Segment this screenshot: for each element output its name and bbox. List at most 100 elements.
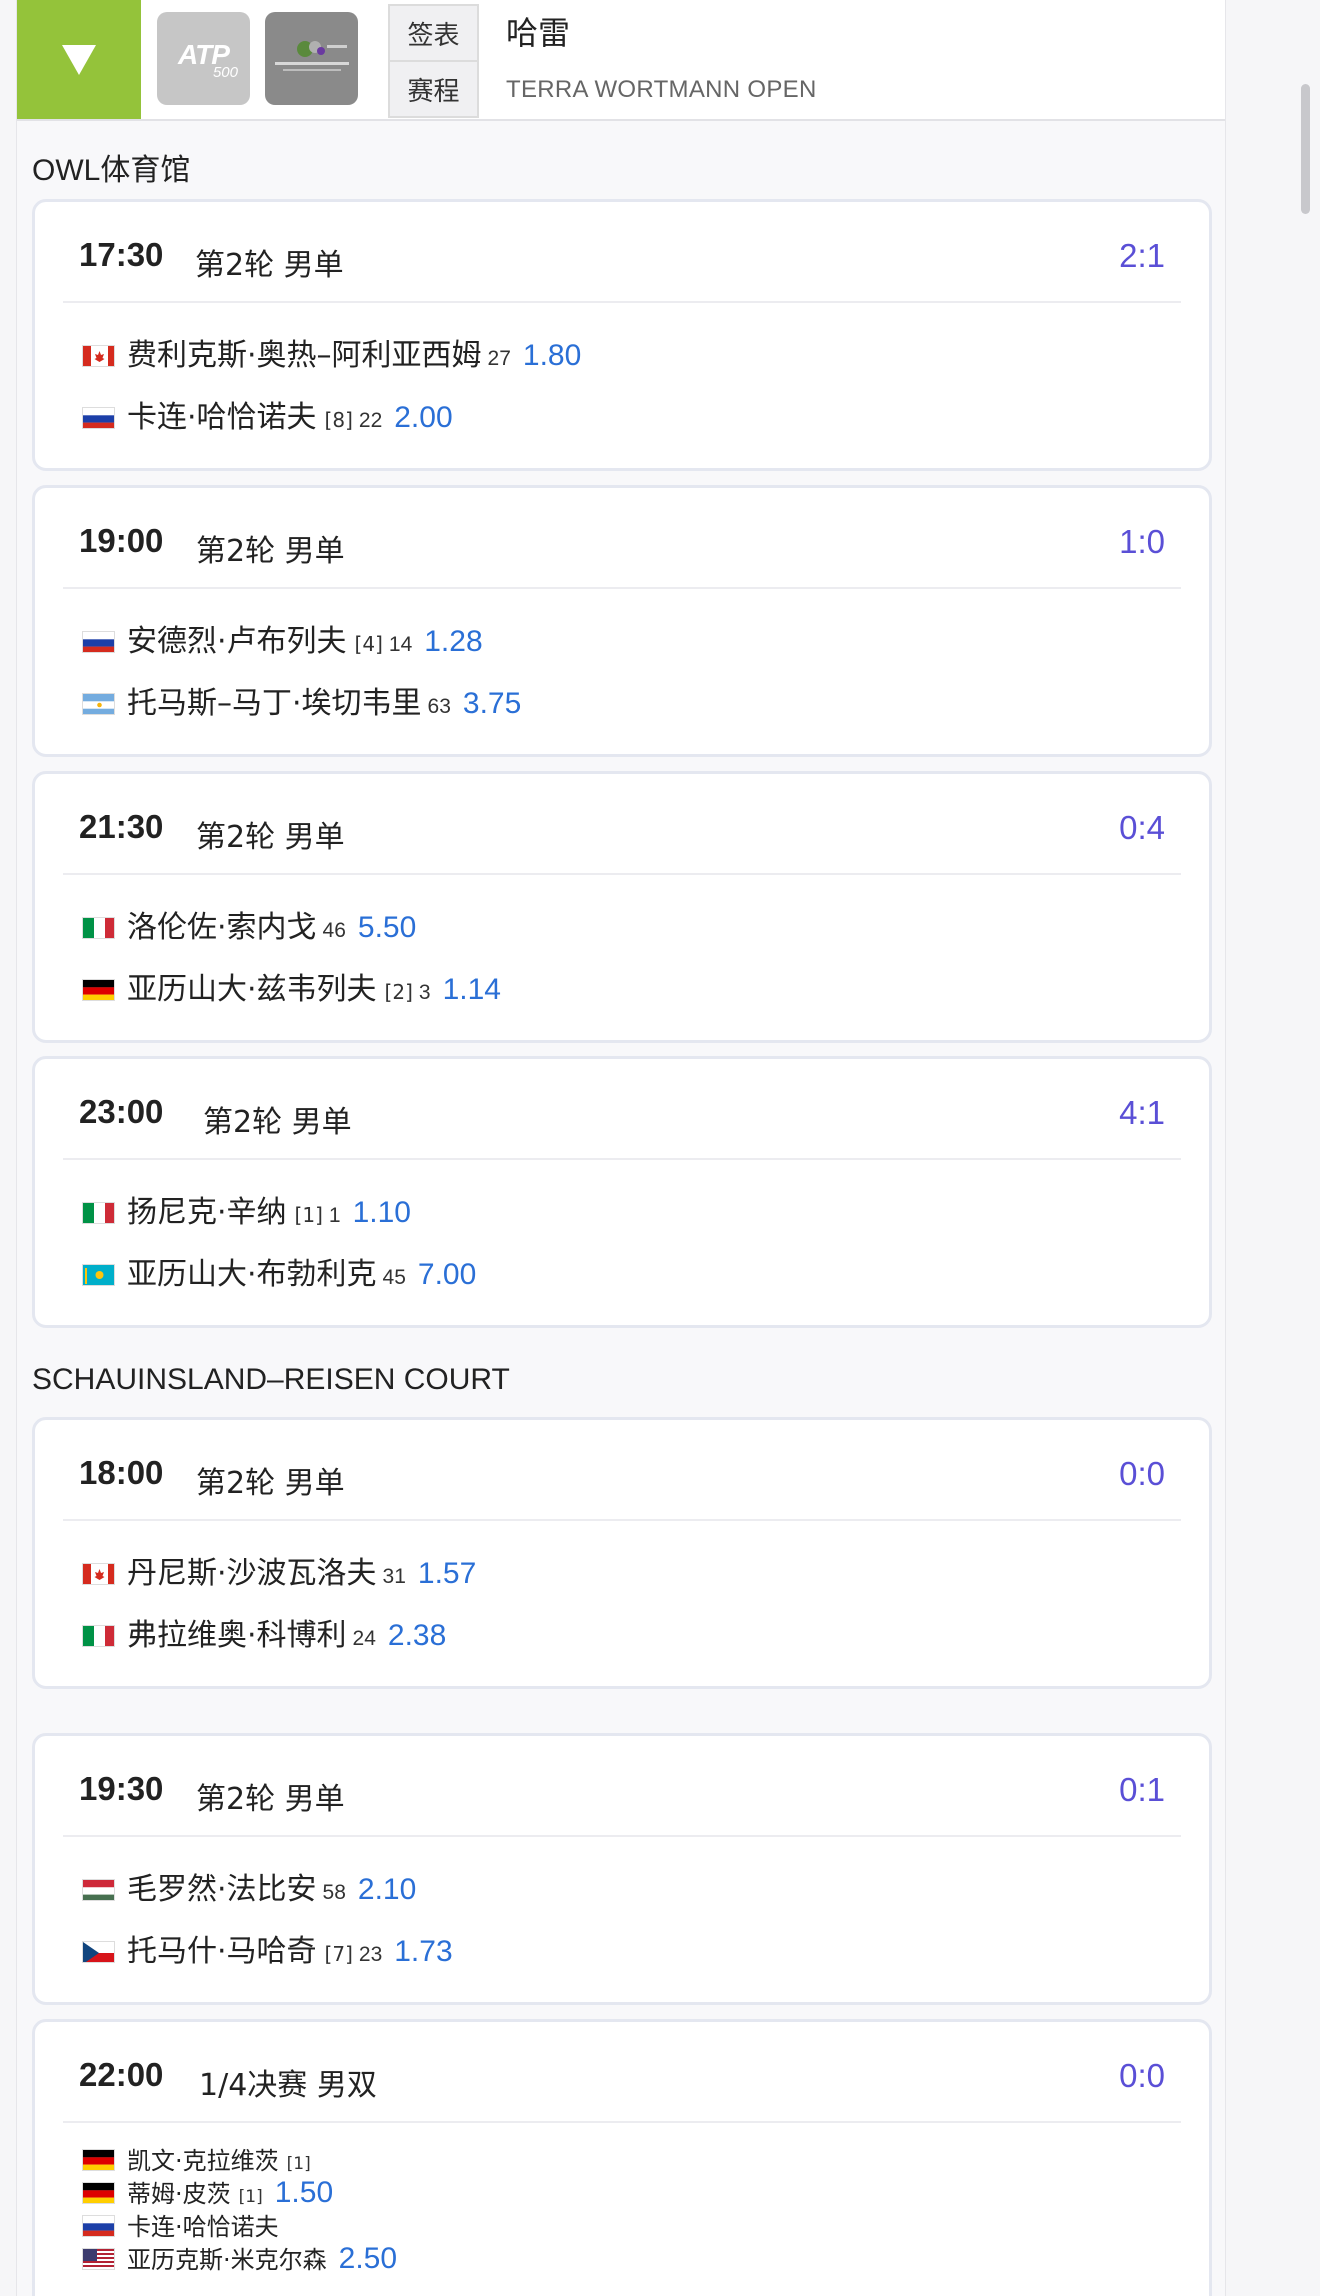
player-seed: [4] — [354, 632, 383, 656]
player-odds[interactable]: 1.57 — [418, 1557, 476, 1591]
player-name: 托马什·马哈奇 — [127, 1934, 317, 1969]
player-odds[interactable]: 2.00 — [394, 401, 452, 435]
match-score: 1:0 — [1119, 523, 1165, 560]
flag-ar-icon — [82, 693, 115, 715]
player-row[interactable]: 凯文·克拉维茨 [1] — [82, 2141, 311, 2176]
player-odds[interactable]: 1.28 — [424, 625, 482, 659]
flag-ca-icon — [82, 1563, 115, 1585]
player-odds[interactable]: 1.10 — [353, 1196, 411, 1230]
tournament-header: ATP 500 签表 赛程 哈雷 TERRA WORTMANN OPEN — [17, 0, 1225, 121]
player-row[interactable]: 扬尼克·辛纳 [1] 1 1.10 — [82, 1187, 411, 1231]
match-round: 第2轮 男单 — [196, 534, 345, 569]
terra-wortmann-open-logo — [265, 12, 358, 105]
player-row[interactable]: 托马斯–马丁·埃切韦里 63 3.75 — [82, 678, 521, 722]
player-rank: 63 — [427, 695, 451, 718]
player-rank: 3 — [418, 981, 431, 1004]
player-odds[interactable]: 7.00 — [418, 1258, 476, 1292]
player-odds[interactable]: 1.73 — [394, 1935, 452, 1969]
player-name: 凯文·克拉维茨 — [127, 2147, 279, 2175]
player-row[interactable]: 蒂姆·皮茨 [1] 1.50 — [82, 2174, 333, 2210]
match-card-header: 19:30 第2轮 男单 0:1 — [63, 1736, 1181, 1837]
player-row[interactable]: 卡连·哈恰诺夫 [8] 22 2.00 — [82, 392, 453, 436]
player-rank: 31 — [382, 1565, 406, 1588]
tab-schedule[interactable]: 赛程 — [390, 60, 477, 116]
match-card-header: 22:00 1/4决赛 男双 0:0 — [63, 2022, 1181, 2123]
match-time: 18:00 — [79, 1454, 164, 1491]
venue-title: SCHAUINSLAND–REISEN COURT — [32, 1363, 510, 1396]
player-seed: [8] — [324, 408, 353, 432]
player-odds[interactable]: 2.50 — [339, 2242, 397, 2276]
match-card[interactable]: 23:00 第2轮 男单 4:1 扬尼克·辛纳 [1] 1 1.10 亚历山大·布勃利克 45 7… — [32, 1056, 1212, 1328]
match-card[interactable]: 19:00 第2轮 男单 1:0 安德烈·卢布列夫 [4] 14 1.28 托马斯–马丁·埃切… — [32, 485, 1212, 757]
match-card-header: 18:00 第2轮 男单 0:0 — [63, 1420, 1181, 1521]
player-row[interactable]: 托马什·马哈奇 [7] 23 1.73 — [82, 1926, 453, 1970]
flag-de-icon — [82, 979, 115, 1001]
flag-it-icon — [82, 917, 115, 939]
schedule-page: ATP 500 签表 赛程 哈雷 TERRA WORTMANN OPEN OWL… — [16, 0, 1226, 2296]
flag-ru-icon — [82, 631, 115, 653]
player-row[interactable]: 费利克斯·奥热–阿利亚西姆 27 1.80 — [82, 330, 581, 374]
player-odds[interactable]: 1.50 — [275, 2176, 333, 2210]
match-card-header: 21:30 第2轮 男单 0:4 — [63, 774, 1181, 875]
player-rank: 27 — [487, 347, 511, 370]
player-row[interactable]: 安德烈·卢布列夫 [4] 14 1.28 — [82, 616, 483, 660]
match-time: 22:00 — [79, 2056, 164, 2093]
player-odds[interactable]: 5.50 — [358, 911, 416, 945]
player-rank: 45 — [382, 1266, 406, 1289]
match-time: 17:30 — [79, 236, 164, 273]
player-row[interactable]: 洛伦佐·索内戈 46 5.50 — [82, 902, 416, 946]
player-row[interactable]: 毛罗然·法比安 58 2.10 — [82, 1864, 416, 1908]
player-rank: 58 — [322, 1881, 346, 1904]
player-seed: [7] — [324, 1942, 353, 1966]
player-odds[interactable]: 2.38 — [388, 1619, 446, 1653]
player-odds[interactable]: 2.10 — [358, 1873, 416, 1907]
player-name: 卡连·哈恰诺夫 — [127, 400, 317, 435]
match-card[interactable]: 18:00 第2轮 男单 0:0 丹尼斯·沙波瓦洛夫 31 1.57 弗拉维奥·科博利 24 2… — [32, 1417, 1212, 1689]
player-seed: [1] — [286, 2154, 311, 2174]
match-score: 0:0 — [1119, 1455, 1165, 1492]
match-card-header: 23:00 第2轮 男单 4:1 — [63, 1059, 1181, 1160]
player-row[interactable]: 亚历山大·布勃利克 45 7.00 — [82, 1249, 476, 1293]
player-row[interactable]: 弗拉维奥·科博利 24 2.38 — [82, 1610, 446, 1654]
match-time: 23:00 — [79, 1093, 164, 1130]
match-score: 4:1 — [1119, 1094, 1165, 1131]
player-rank: 24 — [352, 1627, 376, 1650]
match-time: 21:30 — [79, 808, 164, 845]
match-card-header: 19:00 第2轮 男单 1:0 — [63, 488, 1181, 589]
player-seed: [2] — [384, 980, 413, 1004]
player-name: 蒂姆·皮茨 — [127, 2180, 231, 2208]
player-rank: 23 — [358, 1943, 383, 1966]
player-odds[interactable]: 1.14 — [443, 973, 501, 1007]
atp-logo-500: 500 — [212, 64, 238, 81]
player-row[interactable]: 卡连·哈恰诺夫 — [82, 2207, 279, 2242]
match-card[interactable]: 22:00 1/4决赛 男双 0:0 凯文·克拉维茨 [1] 蒂姆·皮茨 [1] 1.50 卡连… — [32, 2019, 1212, 2296]
match-score: 0:1 — [1119, 1771, 1165, 1808]
player-row[interactable]: 亚历克斯·米克尔森 2.50 — [82, 2240, 397, 2276]
player-name: 卡连·哈恰诺夫 — [127, 2213, 279, 2241]
player-name: 亚历山大·兹韦列夫 — [127, 972, 377, 1007]
match-card[interactable]: 21:30 第2轮 男单 0:4 洛伦佐·索内戈 46 5.50 亚历山大·兹韦列夫 [2] 3… — [32, 771, 1212, 1043]
player-row[interactable]: 亚历山大·兹韦列夫 [2] 3 1.14 — [82, 964, 501, 1008]
player-name: 费利克斯·奥热–阿利亚西姆 — [127, 338, 482, 373]
match-card[interactable]: 17:30 第2轮 男单 2:1 费利克斯·奥热–阿利亚西姆 27 1.80 卡连·哈恰诺夫… — [32, 199, 1212, 471]
player-rank: 46 — [322, 919, 346, 942]
flag-it-icon — [82, 1625, 115, 1647]
flag-ru-icon — [82, 2215, 115, 2237]
flag-cz-icon — [82, 1941, 115, 1963]
match-card[interactable]: 19:30 第2轮 男单 0:1 毛罗然·法比安 58 2.10 托马什·马哈奇 [7] 23 1… — [32, 1733, 1212, 2005]
player-name: 洛伦佐·索内戈 — [127, 910, 317, 945]
player-seed: [1] — [238, 2187, 263, 2207]
tab-draw[interactable]: 签表 — [390, 6, 477, 60]
match-card-header: 17:30 第2轮 男单 2:1 — [63, 202, 1181, 303]
player-name: 托马斯–马丁·埃切韦里 — [127, 686, 422, 721]
player-row[interactable]: 丹尼斯·沙波瓦洛夫 31 1.57 — [82, 1548, 476, 1592]
match-round: 第2轮 男单 — [195, 248, 344, 283]
player-odds[interactable]: 3.75 — [463, 687, 521, 721]
player-name: 亚历克斯·米克尔森 — [127, 2246, 327, 2274]
match-score: 0:0 — [1119, 2057, 1165, 2094]
player-odds[interactable]: 1.80 — [523, 339, 581, 373]
flag-ru-icon — [82, 407, 115, 429]
scrollbar-thumb[interactable] — [1301, 84, 1310, 214]
view-tabs: 签表 赛程 — [388, 4, 479, 118]
collapse-toggle-button[interactable] — [17, 0, 141, 119]
